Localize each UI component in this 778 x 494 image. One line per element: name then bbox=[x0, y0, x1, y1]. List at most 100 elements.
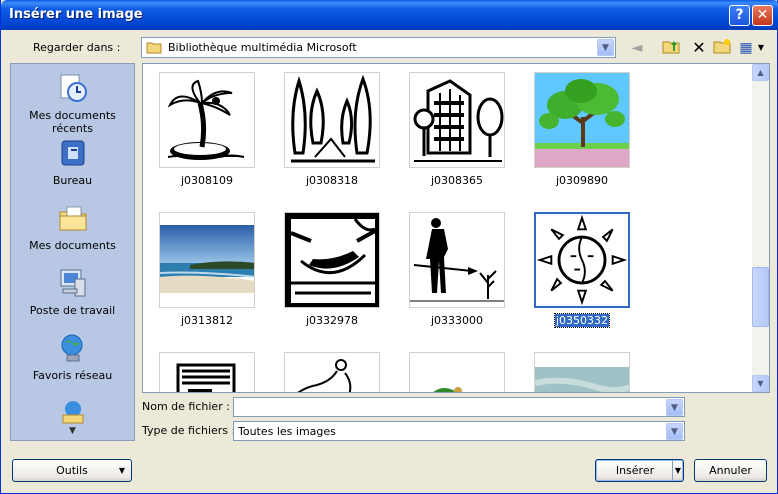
file-thumbnail[interactable]: j0313812 bbox=[143, 204, 255, 329]
file-thumbnail[interactable]: j0308365 bbox=[393, 64, 505, 189]
insert-button-label: Insérer bbox=[615, 464, 655, 477]
tools-button[interactable]: Outils ▼ bbox=[12, 459, 132, 482]
tools-button-label: Outils bbox=[56, 464, 88, 477]
look-in-value: Bibliothèque multimédia Microsoft bbox=[168, 41, 357, 54]
place-label: Favoris réseau bbox=[32, 369, 113, 382]
file-thumbnail[interactable] bbox=[393, 344, 505, 392]
file-thumbnail-selected[interactable]: j0350332 bbox=[518, 204, 630, 329]
place-recent-documents[interactable]: Mes documents récents bbox=[11, 72, 134, 135]
thumbnail-image bbox=[534, 72, 630, 168]
filetype-value: Toutes les images bbox=[238, 425, 336, 438]
filename-dropdown-arrow[interactable]: ▼ bbox=[666, 399, 683, 416]
file-thumbnail[interactable] bbox=[143, 344, 255, 392]
file-thumbnail[interactable]: j0308318 bbox=[268, 64, 380, 189]
help-button[interactable]: ? bbox=[729, 5, 750, 26]
views-icon[interactable]: ▦ bbox=[736, 38, 756, 58]
file-thumbnail[interactable]: j0332978 bbox=[268, 204, 380, 329]
file-name: j0333000 bbox=[430, 314, 484, 327]
green-tree-clipart bbox=[535, 73, 629, 167]
file-name: j0313812 bbox=[180, 314, 234, 327]
reclining-person-clipart bbox=[297, 359, 352, 392]
filename-field[interactable]: ▼ bbox=[233, 397, 685, 417]
place-label: Mes documents bbox=[29, 239, 116, 252]
scroll-up-button[interactable]: ▲ bbox=[752, 64, 769, 81]
network-places-icon bbox=[61, 334, 83, 362]
farmer-shovel-clipart bbox=[410, 218, 504, 302]
island-palm-clipart bbox=[167, 79, 245, 160]
place-label: Poste de travail bbox=[29, 304, 116, 317]
folder-icon bbox=[146, 42, 162, 54]
thumbnail-image bbox=[534, 212, 630, 308]
my-computer-icon bbox=[60, 269, 86, 297]
folder-star-icon bbox=[713, 39, 731, 54]
thumbnail-image bbox=[159, 212, 255, 308]
close-button[interactable]: ✕ bbox=[752, 5, 773, 26]
thumbnail-image bbox=[159, 352, 255, 392]
building-trees-clipart bbox=[413, 79, 504, 162]
water-photo bbox=[535, 367, 629, 392]
look-in-dropdown-arrow[interactable]: ▼ bbox=[597, 39, 614, 56]
delete-icon[interactable]: ✕ bbox=[689, 38, 709, 58]
places-scroll-down[interactable]: ▼ bbox=[11, 426, 134, 440]
file-thumbnail[interactable]: j0308109 bbox=[143, 64, 255, 189]
file-list-scrollbar[interactable]: ▲ ▼ bbox=[752, 64, 769, 392]
place-desktop[interactable]: Bureau bbox=[11, 137, 134, 197]
views-dropdown-icon[interactable]: ▼ bbox=[756, 38, 766, 58]
insert-button[interactable]: Insérer ▼ bbox=[595, 459, 684, 482]
look-in-label: Regarder dans : bbox=[33, 41, 121, 54]
thumbnail-image bbox=[284, 212, 380, 308]
scroll-thumb[interactable] bbox=[752, 267, 769, 327]
file-thumbnail[interactable]: j0333000 bbox=[393, 204, 505, 329]
palm-plant-clipart bbox=[433, 387, 462, 392]
vintage-radio-clipart bbox=[176, 363, 236, 392]
tools-dropdown-icon: ▼ bbox=[118, 466, 125, 475]
place-my-computer[interactable]: Poste de travail bbox=[11, 267, 134, 327]
back-icon[interactable]: ◄ bbox=[627, 38, 647, 58]
thumbnail-image bbox=[409, 212, 505, 308]
scroll-down-button[interactable]: ▼ bbox=[752, 375, 769, 392]
desktop-icon bbox=[61, 140, 85, 166]
cancel-button[interactable]: Annuler bbox=[694, 459, 767, 482]
thumbnail-image bbox=[159, 72, 255, 168]
place-label: Bureau bbox=[52, 174, 93, 187]
insert-dropdown-icon[interactable]: ▼ bbox=[672, 460, 683, 481]
thumbnail-image bbox=[409, 72, 505, 168]
up-folder-icon bbox=[662, 41, 680, 54]
my-documents-icon bbox=[59, 206, 87, 231]
places-bar: Mes documents récents Bureau Mes documen… bbox=[10, 63, 135, 441]
place-my-documents[interactable]: Mes documents bbox=[11, 202, 134, 262]
file-name-selected[interactable]: j0350332 bbox=[518, 313, 646, 328]
thumbnail-image bbox=[284, 72, 380, 168]
title-bar[interactable]: Insérer une image ? ✕ bbox=[1, 0, 778, 30]
filetype-select[interactable]: Toutes les images ▼ bbox=[233, 421, 685, 441]
place-network-folder[interactable] bbox=[11, 397, 134, 427]
insert-picture-dialog: Insérer une image ? ✕ Regarder dans : Bi… bbox=[0, 0, 778, 494]
up-one-level-icon[interactable] bbox=[661, 38, 681, 58]
file-name: j0332978 bbox=[305, 314, 359, 327]
poplar-avenue-clipart bbox=[291, 74, 375, 163]
sun-face-clipart bbox=[536, 214, 628, 306]
place-label: Mes documents récents bbox=[29, 109, 116, 135]
tropical-beach-photo bbox=[160, 213, 254, 307]
look-in-combo[interactable]: Bibliothèque multimédia Microsoft ▼ bbox=[141, 37, 616, 58]
filename-label: Nom de fichier : bbox=[142, 400, 230, 413]
file-name: j0308109 bbox=[180, 174, 234, 187]
cancel-button-label: Annuler bbox=[709, 464, 752, 477]
recent-documents-icon bbox=[60, 74, 87, 102]
thumbnail-image bbox=[409, 352, 505, 392]
file-list[interactable]: j0308109 j0308318 j0308365 j0309890 j031… bbox=[142, 63, 770, 393]
place-network-places[interactable]: Favoris réseau bbox=[11, 332, 134, 392]
file-name: j0309890 bbox=[555, 174, 609, 187]
file-name: j0308318 bbox=[305, 174, 359, 187]
hammock-clipart bbox=[285, 213, 379, 307]
thumbnail-image bbox=[284, 352, 380, 392]
filetype-label: Type de fichiers : bbox=[142, 424, 236, 437]
file-thumbnail[interactable] bbox=[268, 344, 380, 392]
file-thumbnail[interactable]: j0309890 bbox=[518, 64, 630, 189]
dialog-title: Insérer une image bbox=[9, 7, 143, 22]
thumbnail-image bbox=[534, 352, 630, 392]
filetype-dropdown-arrow[interactable]: ▼ bbox=[666, 423, 683, 440]
new-folder-icon[interactable] bbox=[712, 38, 732, 58]
file-name: j0308365 bbox=[430, 174, 484, 187]
file-thumbnail[interactable] bbox=[518, 344, 630, 392]
